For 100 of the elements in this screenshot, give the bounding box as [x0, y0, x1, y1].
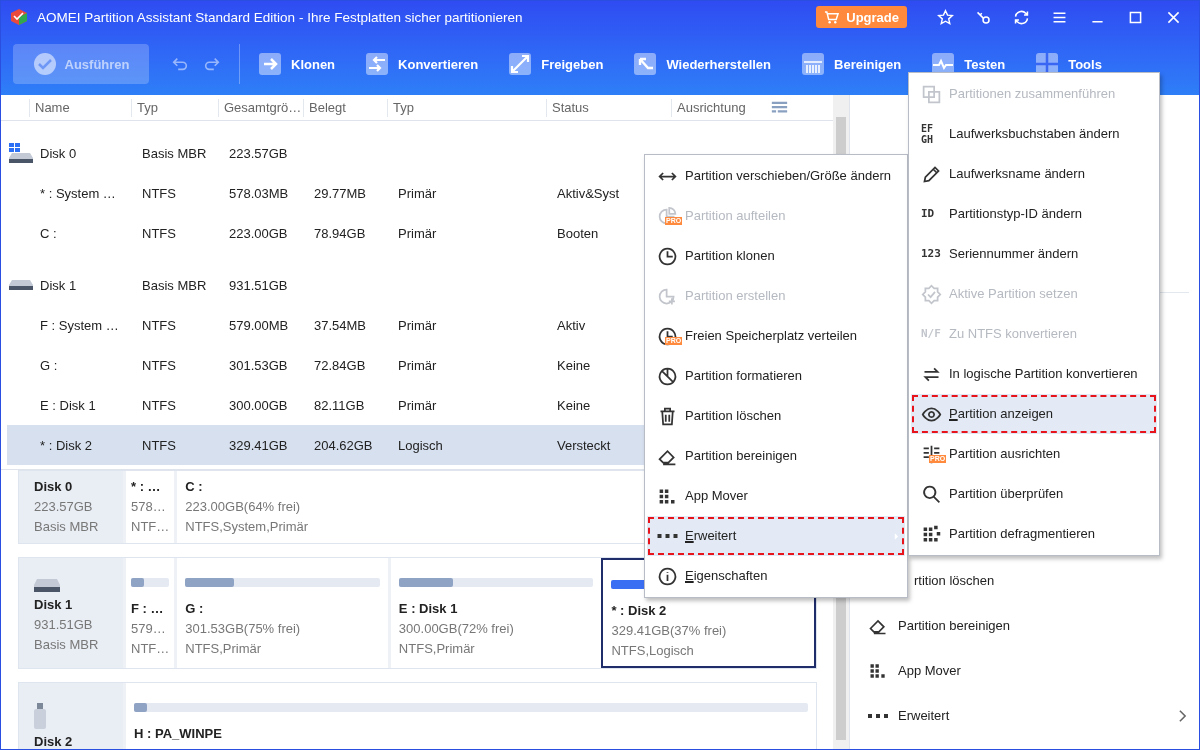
menu-item[interactable]: 123 Seriennummer ändern	[911, 234, 1157, 274]
menu-item[interactable]: ID Partitionstyp-ID ändern	[911, 194, 1157, 234]
column-header[interactable]: Typ	[387, 98, 546, 117]
drive-icon	[34, 578, 60, 592]
table-cell-text: NTFS	[141, 225, 177, 241]
menu-item[interactable]: In logische Partition konvertieren	[911, 354, 1157, 394]
table-cell-text: 78.94GB	[313, 225, 367, 241]
partition-size: 329.41GB(37% frei)	[611, 623, 728, 638]
table-cell-text: NTFS	[141, 397, 177, 413]
table-cell-text: 223.00GB	[228, 225, 289, 241]
table-cell-text: 72.84GB	[313, 357, 367, 373]
search-icon	[921, 483, 942, 505]
table-cell-text: Primär	[397, 225, 438, 241]
table-cell-text: 223.57GB	[228, 145, 289, 161]
operation-item[interactable]: Partition bereinigen	[850, 603, 1199, 648]
table-cell-text: Aktiv&Syst	[556, 185, 621, 201]
table-cell-text: Aktiv	[556, 317, 587, 333]
drive-icon	[9, 280, 33, 290]
partition-block[interactable]: F : … 579… NTF…	[123, 558, 175, 668]
partition-block[interactable]: H : PA_WINPE	[123, 683, 816, 749]
table-cell-text: 329.41GB	[228, 437, 289, 453]
menu-item[interactable]: Laufwerksname ändern	[911, 154, 1157, 194]
table-cell-text: Keine	[556, 397, 592, 413]
disk-type: Basis MBR	[34, 519, 100, 534]
operation-item[interactable]: Erweitert	[850, 693, 1199, 738]
disk-name: Disk 1	[34, 597, 74, 612]
partition-label: G :	[185, 601, 205, 616]
partition-label: F : …	[131, 601, 165, 616]
overlapping-squares-icon	[921, 83, 942, 105]
partition-block[interactable]: G : 301.53GB(75% frei) NTFS,Primär	[174, 558, 388, 668]
column-header[interactable]: Gesamtgrö…	[218, 98, 303, 117]
table-cell-text: 301.53GB	[228, 357, 289, 373]
expand-arrows-icon	[508, 52, 533, 76]
disk-size: 931.51GB	[34, 617, 94, 632]
table-cell-text: * : System …	[39, 185, 117, 201]
table-cell-text: Keine	[556, 357, 592, 373]
letter-icon: EFGH	[921, 123, 935, 145]
table-cell-text: NTFS	[141, 317, 177, 333]
table-cell-text: NTFS	[141, 357, 177, 373]
system-drive-icon	[8, 142, 34, 164]
table-cell-text: 29.77MB	[313, 185, 368, 201]
table-cell-text: 578.03MB	[228, 185, 290, 201]
menu-item[interactable]: Partition verschieben/Größe ändern	[647, 156, 905, 196]
table-cell-text: Disk 0	[39, 145, 78, 161]
partition-size: 578…	[131, 499, 167, 514]
table-cell-text: C :	[39, 225, 58, 241]
column-settings-icon[interactable]	[771, 100, 788, 115]
column-header[interactable]: Status	[546, 98, 671, 117]
toolbar-button[interactable]: Konvertieren	[365, 52, 479, 76]
table-cell-text: 204.62GB	[313, 437, 374, 453]
cart-icon	[824, 9, 840, 25]
star-icon[interactable]	[937, 8, 954, 26]
table-cell-text: Disk 1	[39, 277, 78, 293]
table-cell-text: F : System …	[39, 317, 120, 333]
partition-type: NTFS,System,Primär	[185, 519, 310, 534]
table-cell-text: Primär	[397, 317, 438, 333]
operation-item[interactable]: App Mover	[850, 648, 1199, 693]
partition-label: C :	[185, 479, 204, 494]
table-cell-text: 82.11GB	[313, 397, 366, 413]
table-cell-text: 579.00MB	[228, 317, 290, 333]
partition-type: NTFS,Primär	[185, 641, 263, 656]
menu-item[interactable]: Partition anzeigen	[911, 394, 1157, 434]
column-header[interactable]: Belegt	[303, 98, 387, 117]
toolbar-button[interactable]: Wiederherstellen	[633, 52, 772, 76]
column-header[interactable]: Name	[29, 98, 131, 117]
partition-label: E : Disk 1	[398, 601, 459, 616]
menu-item[interactable]: Partition überprüfen	[911, 474, 1157, 514]
toolbar-button[interactable]: Klonen	[258, 52, 336, 76]
check-badge-icon	[921, 283, 942, 305]
column-header[interactable]: Ausrichtung	[671, 98, 756, 117]
partition-label: * : …	[131, 479, 162, 494]
refresh-icon[interactable]	[1013, 8, 1030, 26]
table-cell-text: Primär	[397, 397, 438, 413]
menu-item[interactable]: Partition defragmentieren	[911, 514, 1157, 554]
partition-block[interactable]: * : … 578… NTF…	[123, 471, 175, 543]
partition-type: NTF…	[131, 519, 170, 534]
column-header[interactable]: Typ	[131, 98, 218, 117]
more-icon	[868, 713, 888, 718]
partition-label: * : Disk 2	[611, 603, 668, 618]
partition-size: 301.53GB(75% frei)	[185, 621, 302, 636]
disk-size: 223.57GB	[34, 499, 94, 514]
table-cell-text: 931.51GB	[228, 277, 289, 293]
table-cell-text: Basis MBR	[141, 145, 208, 161]
menu-item[interactable]: EFGH Laufwerksbuchstaben ändern	[911, 114, 1157, 154]
partition-block[interactable]: E : Disk 1 300.00GB(72% frei) NTFS,Primär	[387, 558, 602, 668]
menu-item[interactable]: Erweitert	[647, 516, 905, 556]
table-cell-text: E : Disk 1	[39, 397, 97, 413]
table-cell-text: Primär	[397, 185, 438, 201]
table-cell-text: Basis MBR	[141, 277, 208, 293]
window-title: AOMEI Partition Assistant Standard Edition - Ihre Festplatten sicher partitionieren	[37, 9, 523, 25]
menu-item[interactable]: Partition formatieren	[647, 356, 905, 396]
partition-label: H : PA_WINPE	[134, 726, 223, 741]
disk-name: Disk 0	[34, 479, 74, 494]
toolbar-button[interactable]: Bereinigen	[801, 52, 902, 76]
app-logo-icon	[9, 7, 29, 27]
checkmark-icon	[32, 52, 57, 76]
partition-size: 300.00GB(72% frei)	[398, 621, 515, 636]
letter-icon: 123	[921, 248, 941, 260]
menu-item[interactable]: Partition klonen	[647, 236, 905, 276]
toolbar-button[interactable]: Freigeben	[508, 52, 604, 76]
